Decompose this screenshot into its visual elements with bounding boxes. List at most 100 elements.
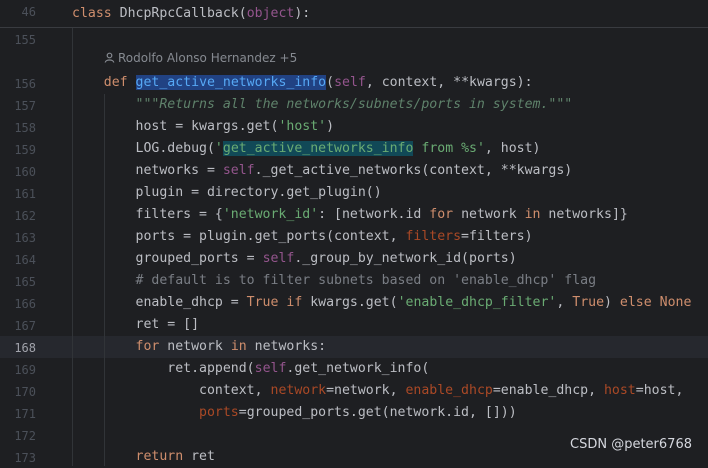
line-number-gutter[interactable]: 155 156 157 158 159 160 161 162 163 164 165 166 167 1… <box>0 0 62 466</box>
sticky-scope-header[interactable]: 46 class DhcpRpcCallback(object): <box>0 0 708 28</box>
code-token: in <box>230 339 247 354</box>
line-number: 172 <box>14 429 36 443</box>
code-token: for <box>429 207 454 222</box>
code-token: ) <box>604 295 620 310</box>
code-token: context, <box>72 383 271 398</box>
code-token: 'network_id' <box>222 207 319 222</box>
code-line[interactable]: # default is to filter subnets based on … <box>72 270 597 292</box>
line-number: 156 <box>14 77 36 91</box>
person-icon <box>104 52 115 63</box>
code-token: filters <box>405 229 462 244</box>
code-author-hint[interactable]: Rodolfo Alonso Hernandez +5 <box>104 51 297 65</box>
line-number: 165 <box>14 275 36 289</box>
code-line[interactable]: filters = {'network_id': [network.id for… <box>72 204 628 226</box>
code-token: networks = <box>72 163 223 178</box>
code-token: None <box>659 295 692 310</box>
line-number: 171 <box>14 407 36 421</box>
class-end: ): <box>294 6 311 21</box>
line-number: 169 <box>14 363 36 377</box>
code-token: .get_network_info( <box>286 361 430 376</box>
code-token: network <box>453 207 525 222</box>
line-number: 168 <box>14 341 36 355</box>
code-token: , <box>556 295 573 310</box>
code-token: ' <box>214 141 223 156</box>
code-line[interactable]: grouped_ports = self._group_by_network_i… <box>72 248 517 270</box>
code-token: get_active_networks_info <box>222 141 414 156</box>
sticky-code-line: class DhcpRpcCallback(object): <box>72 3 310 25</box>
line-number: 163 <box>14 231 36 245</box>
code-token: self <box>254 361 287 376</box>
code-token: networks: <box>246 339 327 354</box>
code-token: : [network.id <box>318 207 430 222</box>
code-token: ._get_active_networks(context, **kwargs) <box>254 163 573 178</box>
watermark: CSDN @peter6768 <box>570 437 692 452</box>
code-token: ) <box>326 119 335 134</box>
code-editor[interactable]: 46 class DhcpRpcCallback(object): Rodolf… <box>0 0 708 466</box>
code-line[interactable]: """Returns all the networks/subnets/port… <box>72 94 573 116</box>
code-token: ret <box>183 449 215 464</box>
code-line[interactable]: ports = plugin.get_ports(context, filter… <box>72 226 533 248</box>
code-token: for <box>135 339 160 354</box>
code-token: filters = { <box>72 207 223 222</box>
code-line[interactable]: ret = [] <box>72 314 200 336</box>
code-token: 'host' <box>278 119 327 134</box>
code-token: host <box>603 383 636 398</box>
code-line[interactable]: plugin = directory.get_plugin() <box>72 182 382 204</box>
code-token: 'enable_dhcp_filter' <box>397 295 557 310</box>
code-token: True <box>572 295 605 310</box>
code-token: in <box>524 207 541 222</box>
code-line[interactable]: networks = self._get_active_networks(con… <box>72 160 573 182</box>
code-line[interactable]: context, network=network, enable_dhcp=en… <box>72 380 683 402</box>
code-token: get_active_networks_info <box>135 75 327 90</box>
line-number: 166 <box>14 297 36 311</box>
code-token: """Returns all the networks/subnets/port… <box>135 97 573 112</box>
code-token: =network, <box>326 383 406 398</box>
code-line[interactable]: return ret <box>72 446 215 468</box>
base-class: object <box>246 6 295 21</box>
code-token: =enable_dhcp, <box>492 383 604 398</box>
code-token: , host) <box>484 141 541 156</box>
code-token: ._group_by_network_id(ports) <box>294 251 517 266</box>
code-token: return <box>135 449 184 464</box>
code-token: ports <box>199 405 239 420</box>
code-token: =filters) <box>461 229 533 244</box>
code-token: enable_dhcp <box>405 383 493 398</box>
code-token: True <box>246 295 279 310</box>
class-keyword: class <box>72 6 112 21</box>
line-number: 170 <box>14 385 36 399</box>
code-line[interactable]: for network in networks: <box>72 336 327 358</box>
line-number: 161 <box>14 187 36 201</box>
code-token: ret.append( <box>72 361 255 376</box>
code-line[interactable]: enable_dhcp = True if kwargs.get('enable… <box>72 292 692 314</box>
code-token: host = kwargs.get( <box>72 119 279 134</box>
code-line[interactable]: ports=grouped_ports.get(network.id, [])) <box>72 402 517 424</box>
code-token: enable_dhcp = <box>72 295 247 310</box>
line-number: 164 <box>14 253 36 267</box>
line-number: 160 <box>14 165 36 179</box>
code-token: =host, <box>635 383 684 398</box>
line-number: 158 <box>14 121 36 135</box>
code-token: else <box>619 295 652 310</box>
code-token: kwargs.get( <box>302 295 398 310</box>
code-token: network <box>159 339 231 354</box>
code-token: if <box>286 295 303 310</box>
code-token: def <box>103 75 128 90</box>
code-token: from %s' <box>413 141 485 156</box>
code-token: grouped_ports = <box>72 251 263 266</box>
code-line[interactable]: def get_active_networks_info(self, conte… <box>72 72 533 94</box>
code-line[interactable]: host = kwargs.get('host') <box>72 116 335 138</box>
code-token: =grouped_ports.get(network.id, [])) <box>238 405 517 420</box>
code-token: ports = plugin.get_ports(context, <box>72 229 406 244</box>
code-token: self <box>262 251 295 266</box>
code-token: plugin = directory.get_plugin() <box>72 185 382 200</box>
code-token: ret = [] <box>72 317 200 332</box>
author-name: Rodolfo Alonso Hernandez +5 <box>118 51 298 65</box>
code-line[interactable]: ret.append(self.get_network_info( <box>72 358 429 380</box>
code-line[interactable]: LOG.debug('get_active_networks_info from… <box>72 138 540 160</box>
